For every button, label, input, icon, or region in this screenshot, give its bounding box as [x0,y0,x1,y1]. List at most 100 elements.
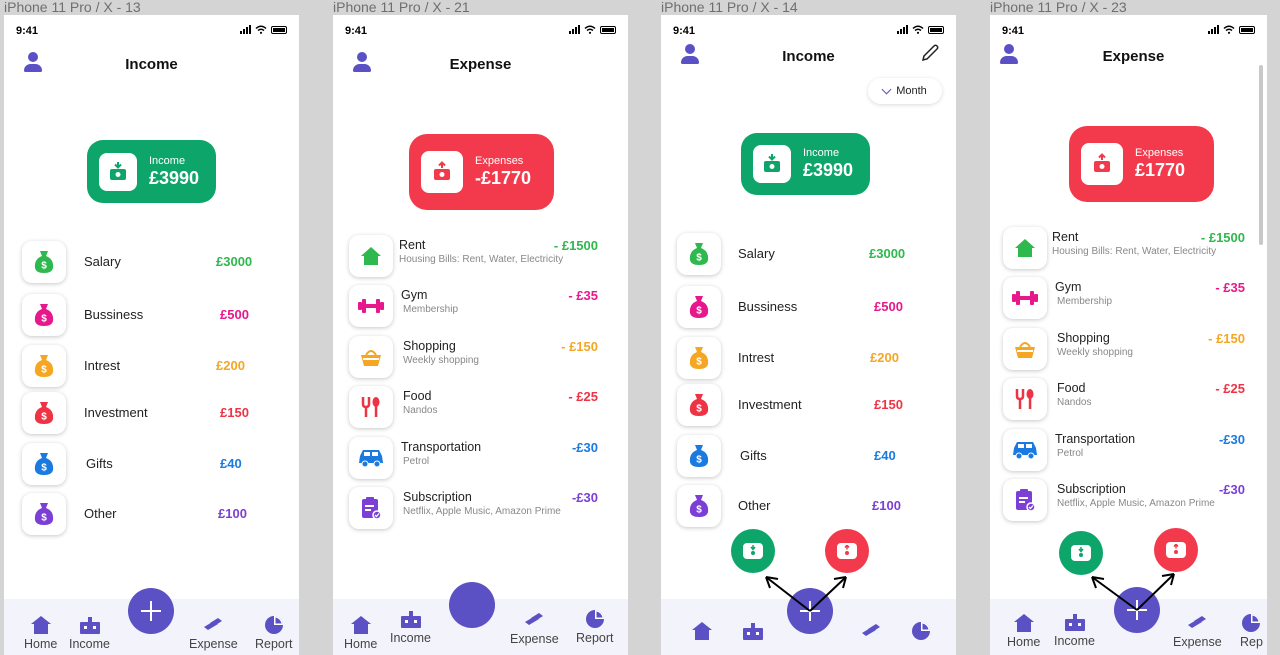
expense-row-amount: - £25 [568,389,598,404]
expense-row-subtitle: Petrol [403,456,430,467]
expense-row-amount: - £35 [1215,280,1245,295]
income-row-label: Gifts [86,456,113,471]
nav-home[interactable] [691,621,713,643]
income-row[interactable]: $ Gifts £40 [4,443,299,489]
nav-income[interactable]: Income [1054,612,1095,648]
income-summary-card: Income £3990 [87,140,216,203]
nav-report[interactable]: Rep [1240,613,1263,649]
expense-row[interactable]: Food Nandos - £25 [333,386,628,432]
nav-income[interactable]: Income [390,609,431,645]
nav-expense[interactable] [860,621,882,643]
income-row-label: Salary [738,246,775,261]
home-icon [1013,613,1035,633]
money-bag-icon: $ [22,241,66,283]
expense-row[interactable]: Subscription Netflix, Apple Music, Amazo… [333,487,628,533]
battery-icon [928,25,944,34]
income-row-amount: £100 [872,498,901,513]
income-row[interactable]: $ Gifts £40 [661,435,956,481]
expense-row-title: Rent [399,238,426,252]
income-row-label: Intrest [84,358,121,373]
expense-row[interactable]: Gym Membership - £35 [990,277,1267,323]
nav-report[interactable]: Report [576,609,614,645]
income-row-label: Bussiness [738,299,798,314]
expense-row[interactable]: Gym Membership - £35 [333,285,628,331]
scrollbar[interactable] [1259,65,1263,245]
income-row-amount: £500 [874,299,903,314]
expense-row-title: Food [1057,381,1086,395]
expense-row-subtitle: Weekly shopping [403,355,479,366]
income-row[interactable]: $ Salary £3000 [661,233,956,279]
add-expense-button[interactable] [825,529,869,573]
expense-row[interactable]: Transportation Petrol -£30 [333,437,628,483]
income-row[interactable]: $ Intrest £200 [661,337,956,383]
expense-row[interactable]: Subscription Netflix, Apple Music, Amazo… [990,479,1267,525]
nav-income[interactable]: Income [69,615,110,651]
income-row[interactable]: $ Salary £3000 [4,241,299,287]
income-row-amount: £3000 [216,254,253,269]
expense-row[interactable]: Shopping Weekly shopping - £150 [990,328,1267,374]
income-row-label: Bussiness [84,307,144,322]
income-row[interactable]: $ Other £100 [4,493,299,539]
income-summary-card: Income £3990 [741,133,870,195]
income-row[interactable]: $ Investment £150 [661,384,956,430]
income-row-amount: £150 [220,405,249,420]
nav-income[interactable] [742,621,764,643]
nav-home[interactable]: Home [1007,613,1040,649]
add-button[interactable] [449,582,495,628]
nav-report[interactable] [910,621,932,643]
expense-row-title: Subscription [403,490,472,504]
nav-report[interactable]: Report [255,615,293,651]
frame-label: iPhone 11 Pro / X - 21 [333,0,470,15]
income-row[interactable]: $ Bussiness £500 [661,286,956,332]
income-row[interactable]: $ Intrest £200 [4,345,299,391]
nav-home[interactable]: Home [24,615,57,651]
nav-income-label: Income [1054,634,1095,648]
add-expense-button[interactable] [1154,528,1198,572]
edit-pencil-icon[interactable] [920,43,940,63]
pie-chart-icon [263,615,285,635]
expense-row-title: Rent [1052,230,1079,244]
status-time: 9:41 [345,25,368,37]
battery-icon [271,25,287,34]
summary-value: £3990 [149,167,200,188]
income-row[interactable]: $ Investment £150 [4,392,299,438]
summary-value: £1770 [1135,160,1186,180]
add-button[interactable] [1114,587,1160,633]
expense-row[interactable]: Rent Housing Bills: Rent, Water, Electri… [990,227,1267,273]
money-bag-icon: $ [22,493,66,535]
nav-home[interactable]: Home [344,615,377,651]
nav-expense[interactable]: Expense [510,610,559,646]
expense-row[interactable]: Rent Housing Bills: Rent, Water, Electri… [333,235,628,281]
add-button[interactable] [787,588,833,634]
income-icon [400,609,422,629]
expense-row-subtitle: Netflix, Apple Music, Amazon Prime [403,506,561,517]
add-income-button[interactable] [1059,531,1103,575]
money-bag-icon: $ [677,384,721,426]
exchange-icon [860,621,882,641]
money-bag-icon: $ [22,294,66,336]
expense-row-title: Transportation [1055,432,1136,446]
svg-text:$: $ [41,463,47,474]
frame-label: iPhone 11 Pro / X - 23 [990,0,1127,15]
month-filter-dropdown[interactable]: Month [868,78,942,104]
expense-row[interactable]: Shopping Weekly shopping - £150 [333,336,628,382]
expense-row[interactable]: Transportation Petrol -£30 [990,429,1267,475]
signal-icon [240,25,251,34]
nav-home-label: Home [24,637,58,651]
expense-row[interactable]: Food Nandos - £25 [990,378,1267,424]
income-row-label: Other [84,506,117,521]
income-row-label: Salary [84,254,121,269]
nav-income-label: Income [69,637,110,651]
nav-income-label: Income [390,631,431,645]
nav-expense-label: Expense [189,637,238,651]
svg-text:$: $ [696,357,702,368]
nav-expense[interactable]: Expense [189,615,238,651]
add-income-button[interactable] [731,529,775,573]
add-button[interactable] [128,588,174,634]
income-row-amount: £40 [874,448,896,463]
income-row[interactable]: $ Other £100 [661,485,956,531]
phone-frame-income: 9:41 Income Income £3990 $ Salary £3000 … [4,15,299,655]
income-row[interactable]: $ Bussiness £500 [4,294,299,340]
nav-expense[interactable]: Expense [1173,613,1222,649]
page-title: Expense [1102,48,1165,65]
